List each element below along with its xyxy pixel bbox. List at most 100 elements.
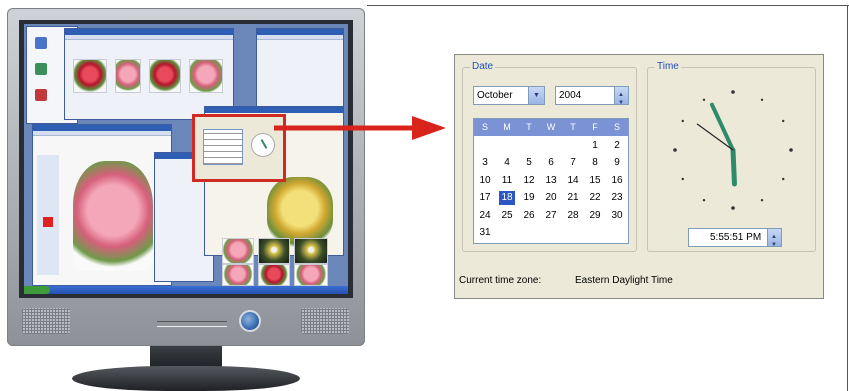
calendar-day[interactable]: 13 xyxy=(540,172,562,189)
calendar-day[interactable]: 6 xyxy=(540,154,562,171)
timezone-label: Current time zone: xyxy=(459,275,542,286)
calendar-day[interactable]: 3 xyxy=(474,154,496,171)
spinner-icon[interactable]: ▲ ▼ xyxy=(767,229,781,248)
weekday-header: M xyxy=(503,122,511,132)
weekday-header: F xyxy=(592,122,598,132)
calendar-empty-cell xyxy=(584,224,606,241)
calendar-day[interactable]: 1 xyxy=(584,137,606,154)
calendar-day[interactable]: 14 xyxy=(562,172,584,189)
yellow-rose-illustration xyxy=(267,177,333,247)
calendar-day[interactable]: 25 xyxy=(496,207,518,224)
image-editor-window xyxy=(32,124,172,286)
calendar-day[interactable]: 4 xyxy=(496,154,518,171)
weekday-header-row: SMTWTFS xyxy=(474,119,628,136)
spinner-icon[interactable]: ▲ ▼ xyxy=(614,87,628,106)
taskbar xyxy=(24,286,348,294)
calendar-day[interactable]: 24 xyxy=(474,207,496,224)
calendar-day[interactable]: 19 xyxy=(518,189,540,206)
weekday-header: S xyxy=(613,122,620,132)
date-group-label: Date xyxy=(470,61,496,72)
calendar-day[interactable]: 7 xyxy=(562,154,584,171)
monitor-control-buttons xyxy=(157,321,227,327)
photo-thumbnail xyxy=(222,264,254,286)
photo-thumbnail xyxy=(258,238,290,264)
calendar-day[interactable]: 11 xyxy=(496,172,518,189)
clock-tick xyxy=(702,199,706,202)
weekday-header: T xyxy=(570,122,576,132)
photo-thumbnail xyxy=(294,264,328,286)
photo-thumbnail xyxy=(149,59,181,93)
desktop-icon xyxy=(35,37,47,49)
calendar-day[interactable]: 10 xyxy=(474,172,496,189)
clock-tick xyxy=(782,177,785,181)
calendar-day[interactable]: 15 xyxy=(584,172,606,189)
weekday-header: T xyxy=(526,122,532,132)
calendar-day[interactable]: 27 xyxy=(540,207,562,224)
time-field[interactable]: 5:55:51 PM ▲ ▼ xyxy=(688,228,782,248)
frame-right-line xyxy=(847,5,848,391)
clock-tick xyxy=(673,148,677,152)
calendar-day[interactable]: 28 xyxy=(562,207,584,224)
calendar-day[interactable]: 23 xyxy=(606,189,628,206)
window-toolbar xyxy=(33,131,171,136)
power-button xyxy=(239,310,261,332)
calendar-day[interactable]: 31 xyxy=(474,224,496,241)
clock-tick xyxy=(702,98,706,101)
calendar-day[interactable]: 29 xyxy=(584,207,606,224)
photo-thumbnail xyxy=(73,59,107,93)
weekday-header: S xyxy=(481,122,488,132)
photo-thumbnail xyxy=(115,59,141,93)
calendar-day[interactable]: 16 xyxy=(606,172,628,189)
chevron-down-icon[interactable] xyxy=(528,87,544,104)
photo-thumbnail xyxy=(258,264,290,286)
analog-clock xyxy=(673,90,793,210)
calendar-empty-cell xyxy=(518,137,540,154)
time-group: Time 5:55:51 PM ▲ ▼ xyxy=(647,61,816,252)
month-dropdown[interactable]: October xyxy=(473,86,545,105)
monitor-base xyxy=(72,366,300,391)
calendar-empty-cell xyxy=(496,224,518,241)
window-toolbar xyxy=(257,35,343,40)
calendar-empty-cell xyxy=(496,137,518,154)
tool-palette xyxy=(37,155,59,275)
clock-tick xyxy=(760,98,764,101)
calendar-day[interactable]: 30 xyxy=(606,207,628,224)
color-swatch xyxy=(43,217,53,227)
year-value: 2004 xyxy=(559,90,582,101)
clock-tick xyxy=(731,206,735,210)
time-group-label: Time xyxy=(655,61,681,72)
calendar-empty-cell xyxy=(562,224,584,241)
window-toolbar xyxy=(65,35,233,40)
photo-thumbnail xyxy=(294,238,328,264)
calendar-day[interactable]: 5 xyxy=(518,154,540,171)
calendar-day-selected[interactable]: 18 xyxy=(499,191,515,205)
calendar-day[interactable]: 21 xyxy=(562,189,584,206)
date-group: Date October 2004 ▲▼ SMTWTFS 12345678910… xyxy=(462,61,637,252)
clock-minute-hand xyxy=(709,102,735,152)
calendar-day[interactable]: 17 xyxy=(474,189,496,206)
timezone-name: Eastern Daylight Time xyxy=(575,275,673,286)
year-spinner[interactable]: 2004 ▲ ▼ xyxy=(555,86,629,106)
frame-top-line xyxy=(367,5,849,6)
calendar-empty-cell xyxy=(540,137,562,154)
illustration: Date October 2004 ▲▼ SMTWTFS 12345678910… xyxy=(0,0,849,391)
calendar-day[interactable]: 9 xyxy=(606,154,628,171)
monitor xyxy=(7,8,365,346)
calendar-day[interactable]: 20 xyxy=(540,189,562,206)
clock-tick xyxy=(681,177,684,181)
calendar-day[interactable]: 8 xyxy=(584,154,606,171)
month-value: October xyxy=(477,90,513,101)
calendar-empty-cell xyxy=(540,224,562,241)
date-time-properties-dialog: Date October 2004 ▲▼ SMTWTFS 12345678910… xyxy=(454,54,824,299)
month-calendar[interactable]: SMTWTFS 1 2 3 4 5 6 7 8 9 10 11 12 13 14 15 16 17 18 19 20 2… xyxy=(473,118,629,244)
calendar-day[interactable]: 22 xyxy=(584,189,606,206)
weekday-header: W xyxy=(546,122,556,132)
calendar-day[interactable]: 26 xyxy=(518,207,540,224)
clock-tick xyxy=(681,119,684,123)
clock-tick xyxy=(731,90,735,94)
day-grid: 1 2 3 4 5 6 7 8 9 10 11 12 13 14 15 16 17 18 19 20 21 22 23 24 2… xyxy=(474,136,628,241)
calendar-day[interactable]: 12 xyxy=(518,172,540,189)
calendar-day[interactable]: 2 xyxy=(606,137,628,154)
time-value: 5:55:51 PM xyxy=(710,232,762,243)
photo-thumbnail xyxy=(189,59,223,93)
